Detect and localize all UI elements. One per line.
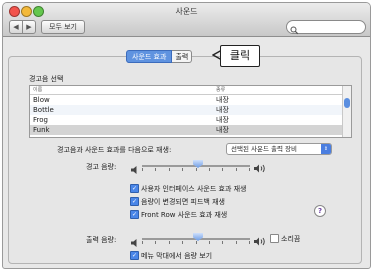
- tab-sound-effects[interactable]: 사운드 효과: [126, 50, 173, 63]
- slider-tick: [222, 241, 223, 244]
- alert-type: 내장: [216, 96, 229, 104]
- back-button[interactable]: ◀: [9, 20, 23, 34]
- play-through-label: 경고음과 사운드 효과를 다음으로 재생:: [57, 146, 172, 154]
- back-arrow-icon: ◀: [13, 23, 19, 31]
- column-type-header[interactable]: 종류: [216, 86, 225, 93]
- list-scrollbar[interactable]: [342, 86, 351, 137]
- speaker-low-icon: [130, 160, 139, 179]
- slider-tick: [236, 168, 237, 171]
- alert-type: 내장: [216, 126, 229, 134]
- slider-tick: [169, 241, 170, 244]
- slider-tick: [196, 241, 197, 244]
- alert-volume-label: 경고 음량:: [86, 163, 117, 171]
- output-device-value: 선택된 사운드 출력 장비: [231, 145, 297, 153]
- ui-sounds-label: 사용자 인터페이스 사운드 효과 재생: [141, 185, 247, 193]
- volume-feedback-label: 음량이 변경되면 피드백 재생: [141, 198, 225, 206]
- list-item-selected[interactable]: Funk 내장: [30, 125, 351, 135]
- column-name-header[interactable]: 이름: [33, 86, 42, 93]
- slider-tick: [169, 168, 170, 171]
- tab-bar: 사운드 효과 출력: [126, 50, 193, 63]
- click-callout: 클릭: [220, 45, 260, 67]
- slider-tick: [209, 241, 210, 244]
- help-button[interactable]: ?: [314, 205, 326, 217]
- list-item[interactable]: Bottle 내장: [30, 105, 351, 115]
- volume-feedback-checkbox[interactable]: ✓: [130, 197, 139, 206]
- slider-tick: [249, 168, 250, 171]
- alert-name: Blow: [33, 96, 50, 104]
- slider-tick: [142, 241, 143, 244]
- window-title: 사운드: [175, 7, 198, 16]
- list-item[interactable]: Blow 내장: [30, 95, 351, 105]
- alert-name: Funk: [33, 126, 50, 134]
- alert-type: 내장: [216, 116, 229, 124]
- output-volume-slider[interactable]: [142, 231, 250, 245]
- alert-volume-slider[interactable]: [142, 158, 250, 172]
- slider-tick: [182, 168, 183, 171]
- popup-arrows-icon: ⇕: [321, 144, 331, 154]
- alert-sound-list[interactable]: 이름 종류 Blow 내장 Bottle 내장 Frog 내장 Funk 내장: [29, 85, 352, 138]
- slider-tick: [142, 168, 143, 171]
- speaker-low-icon: [130, 233, 139, 252]
- scrollbar-thumb[interactable]: [344, 98, 350, 108]
- slider-tick: [222, 168, 223, 171]
- show-volume-in-menu-bar-checkbox[interactable]: ✓: [130, 251, 139, 260]
- output-volume-label: 출력 음량:: [86, 236, 117, 244]
- alert-type: 내장: [216, 106, 229, 114]
- alert-list-heading: 경고음 선택: [29, 75, 64, 83]
- show-all-button[interactable]: 모두 보기: [41, 20, 85, 34]
- alert-name: Frog: [33, 116, 48, 124]
- mute-checkbox[interactable]: [270, 234, 279, 243]
- forward-button[interactable]: ▶: [22, 20, 36, 34]
- output-device-popup[interactable]: 선택된 사운드 출력 장비 ⇕: [226, 143, 332, 155]
- list-item[interactable]: Frog 내장: [30, 115, 351, 125]
- search-icon: [290, 21, 299, 40]
- slider-tick: [155, 241, 156, 244]
- slider-tick: [196, 168, 197, 171]
- mute-label: 소리끔: [281, 235, 301, 243]
- speaker-high-icon: [253, 232, 266, 251]
- title-bar: 사운드 ◀ ▶ 모두 보기: [3, 3, 370, 37]
- speaker-high-icon: [253, 159, 266, 178]
- slider-tick: [209, 168, 210, 171]
- tab-output[interactable]: 출력: [172, 50, 193, 63]
- front-row-label: Front Row 사운드 효과 재생: [141, 211, 228, 219]
- slider-tick: [249, 241, 250, 244]
- slider-tick: [182, 241, 183, 244]
- forward-arrow-icon: ▶: [26, 23, 32, 31]
- search-field[interactable]: [286, 20, 366, 35]
- slider-tick: [155, 168, 156, 171]
- front-row-checkbox[interactable]: ✓: [130, 210, 139, 219]
- list-header: 이름 종류: [30, 86, 351, 95]
- show-volume-in-menu-bar-label: 메뉴 막대에서 음량 보기: [141, 252, 213, 260]
- alert-name: Bottle: [33, 106, 54, 114]
- slider-tick: [236, 241, 237, 244]
- ui-sounds-checkbox[interactable]: ✓: [130, 184, 139, 193]
